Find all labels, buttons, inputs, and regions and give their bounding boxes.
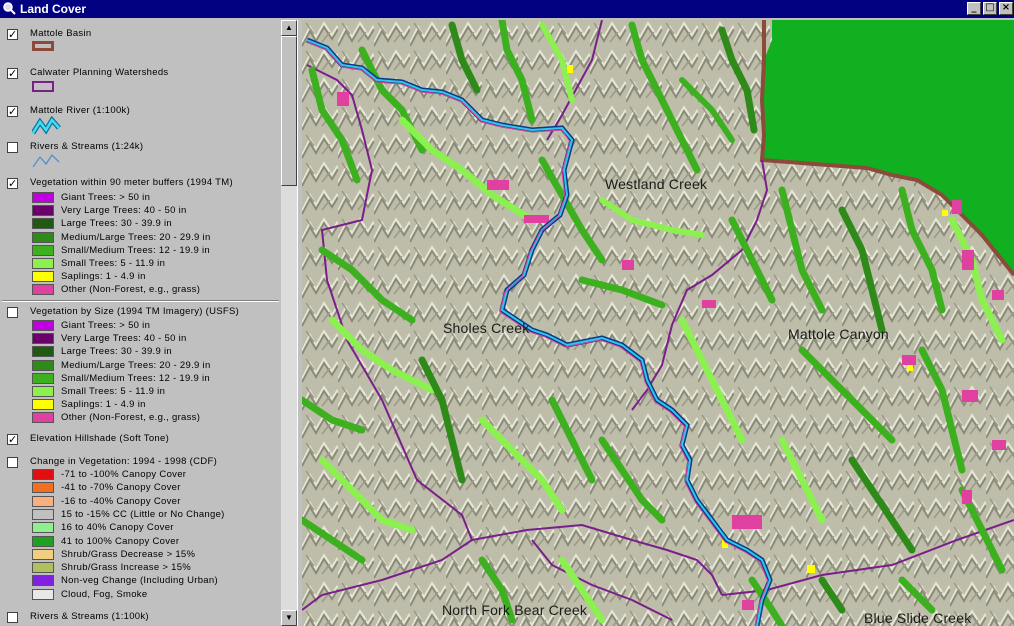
veg-change-color-swatch [32, 575, 54, 587]
veg-size-color-swatch [32, 320, 54, 331]
veg-change-item-label: Shrub/Grass Increase > 15% [61, 562, 192, 574]
rivers-24k-checkbox[interactable] [7, 142, 18, 153]
veg-buffer-item-label: Small/Medium Trees: 12 - 19.9 in [61, 244, 210, 256]
map-label-north-fork-bear-creek: North Fork Bear Creek [442, 602, 588, 618]
veg-change-item-label: Cloud, Fog, Smoke [61, 588, 148, 600]
veg-size-item-label: Small/Medium Trees: 12 - 19.9 in [61, 372, 210, 384]
veg-size-color-swatch [32, 359, 54, 371]
veg-change-color-swatch [32, 495, 54, 507]
scroll-up-button[interactable]: ▲ [281, 20, 297, 36]
rivers-100k-checkbox[interactable] [7, 612, 18, 623]
change-checkbox[interactable] [7, 457, 18, 468]
maximize-button[interactable]: □ [983, 2, 997, 15]
veg-change-item-label: -71 to -100% Canopy Cover [61, 469, 187, 480]
veg-size-color-swatch [32, 412, 54, 424]
veg-size-checkbox[interactable] [7, 307, 18, 318]
legend-panel: ✓ Mattole Basin ✓ Calwater Planning Wate… [0, 20, 281, 626]
veg-change-color-swatch [32, 548, 54, 560]
veg-buffer-item-label: Other (Non-Forest, e.g., grass) [61, 284, 201, 296]
mattole-basin-label: Mattole Basin [30, 28, 92, 39]
veg-size-item-label: Saplings: 1 - 4.9 in [61, 399, 146, 411]
veg-size-item-label: Giant Trees: > 50 in [61, 320, 151, 331]
legend-scrollbar[interactable]: ▲ ▼ [281, 20, 297, 626]
map-label-blue-slide-creek: Blue Slide Creek [864, 610, 972, 626]
veg-size-color-swatch [32, 372, 54, 384]
mattole-river-label: Mattole River (1:100k) [30, 105, 131, 116]
veg-change-color-swatch [32, 482, 54, 494]
veg-change-color-swatch [32, 562, 54, 574]
rivers-100k-label: Rivers & Streams (1:100k) [30, 611, 149, 622]
veg-change-color-swatch [32, 508, 54, 520]
rivers-24k-label: Rivers & Streams (1:24k) [30, 141, 144, 152]
hillshade-checkbox[interactable]: ✓ [7, 434, 18, 445]
veg-change-item-label: Non-veg Change (Including Urban) [61, 575, 218, 587]
veg-buffer-color-swatch [32, 284, 54, 296]
veg-buffer-color-swatch [32, 244, 54, 256]
veg-size-item-label: Large Trees: 30 - 39.9 in [61, 346, 173, 358]
veg-buffer-color-swatch [32, 271, 54, 283]
land-cover-window: Land Cover _ □ × ✓ Mattole Basin ✓ Calwa… [0, 0, 1014, 626]
veg-change-item-label: -41 to -70% Canopy Cover [61, 482, 181, 494]
veg-buffer-color-swatch [32, 258, 54, 269]
calwater-label: Calwater Planning Watersheds [30, 67, 169, 78]
change-label: Change in Vegetation: 1994 - 1998 (CDF) [30, 456, 218, 467]
window-title: Land Cover [20, 2, 87, 16]
veg-change-color-swatch [32, 469, 54, 480]
veg-buffer-item-label: Saplings: 1 - 4.9 in [61, 271, 146, 283]
river-line-symbol [32, 116, 61, 135]
map-label-westland-creek: Westland Creek [605, 176, 708, 192]
veg-buffer-color-swatch [32, 218, 54, 230]
veg-change-item-label: Shrub/Grass Decrease > 15% [61, 548, 196, 560]
veg-buffers-label: Vegetation within 90 meter buffers (1994… [30, 177, 233, 188]
veg-buffer-color-swatch [32, 205, 54, 217]
veg-size-item-label: Other (Non-Forest, e.g., grass) [61, 412, 201, 424]
veg-size-item-label: Very Large Trees: 40 - 50 in [61, 333, 187, 345]
veg-buffer-item-label: Giant Trees: > 50 in [61, 192, 151, 203]
scroll-thumb[interactable] [281, 36, 297, 186]
map-canvas[interactable] [302, 20, 1014, 626]
map-label-sholes-creek: Sholes Creek [443, 320, 530, 336]
veg-change-item-label: -16 to -40% Canopy Cover [61, 495, 181, 507]
veg-buffer-item-label: Large Trees: 30 - 39.9 in [61, 218, 173, 230]
veg-change-color-swatch [32, 522, 54, 534]
veg-size-color-swatch [32, 333, 54, 345]
magnifier-icon [3, 2, 16, 15]
veg-change-color-swatch [32, 535, 54, 547]
calwater-checkbox[interactable]: ✓ [7, 68, 18, 79]
veg-size-item-label: Medium/Large Trees: 20 - 29.9 in [61, 359, 211, 371]
veg-change-item-label: 16 to 40% Canopy Cover [61, 522, 174, 534]
mattole-river-checkbox[interactable]: ✓ [7, 106, 18, 117]
veg-size-color-swatch [32, 346, 54, 358]
veg-buffer-color-swatch [32, 192, 54, 203]
minimize-button[interactable]: _ [967, 2, 981, 15]
veg-size-label: Vegetation by Size (1994 TM Imagery) (US… [30, 306, 240, 317]
veg-change-item-label: 15 to -15% CC (Little or No Change) [61, 508, 225, 520]
veg-size-color-swatch [32, 386, 54, 397]
close-button[interactable]: × [999, 2, 1013, 15]
veg-buffer-item-label: Medium/Large Trees: 20 - 29.9 in [61, 231, 211, 243]
veg-size-color-swatch [32, 399, 54, 411]
veg-change-item-label: 41 to 100% Canopy Cover [61, 535, 180, 547]
scroll-down-button[interactable]: ▼ [281, 610, 297, 626]
veg-buffer-item-label: Small Trees: 5 - 11.9 in [61, 258, 166, 269]
title-bar: Land Cover _ □ × [0, 0, 1014, 18]
map-view[interactable]: Westland Creek Sholes Creek Mattole Cany… [302, 20, 1014, 626]
basin-outline-symbol [32, 41, 54, 51]
stream-line-symbol [32, 153, 60, 168]
mattole-basin-checkbox[interactable]: ✓ [7, 29, 18, 40]
watershed-outline-symbol [32, 81, 54, 92]
divider [2, 300, 279, 302]
veg-buffer-color-swatch [32, 231, 54, 243]
veg-buffers-checkbox[interactable]: ✓ [7, 178, 18, 189]
hillshade-label: Elevation Hillshade (Soft Tone) [30, 433, 170, 444]
veg-change-color-swatch [32, 588, 54, 600]
veg-size-item-label: Small Trees: 5 - 11.9 in [61, 386, 166, 397]
veg-buffer-item-label: Very Large Trees: 40 - 50 in [61, 205, 187, 217]
map-label-mattole-canyon: Mattole Canyon [788, 326, 889, 342]
